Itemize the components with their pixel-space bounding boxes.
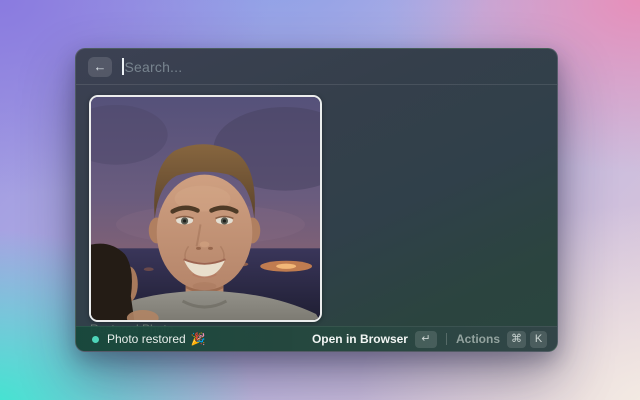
back-button[interactable]: ← xyxy=(88,57,112,77)
k-key: K xyxy=(530,331,547,348)
content-area xyxy=(76,86,557,326)
search-placeholder: Search... xyxy=(125,59,183,75)
photo-preview xyxy=(89,95,322,322)
status-label: Photo restored xyxy=(107,332,186,346)
open-in-browser-label: Open in Browser xyxy=(312,332,408,346)
actions-shortcut: ⌘ K xyxy=(507,331,547,348)
divider xyxy=(446,333,447,345)
actions-button[interactable]: Actions ⌘ K xyxy=(456,331,547,348)
cmd-key-icon: ⌘ xyxy=(507,331,526,348)
status-text: Photo restored 🎉 xyxy=(107,332,206,346)
portrait-photo xyxy=(91,97,320,320)
text-caret xyxy=(122,58,124,75)
desktop-background: ← Search... xyxy=(0,0,640,400)
enter-key-icon: ↵ xyxy=(415,331,437,348)
back-arrow-icon: ← xyxy=(94,60,107,73)
status-dot-icon xyxy=(92,336,99,343)
search-input[interactable]: Search... xyxy=(122,58,545,75)
status-bar: Photo restored 🎉 Open in Browser ↵ Actio… xyxy=(76,326,557,351)
open-in-browser-button[interactable]: Open in Browser ↵ xyxy=(312,331,437,348)
action-buttons: Open in Browser ↵ Actions ⌘ K xyxy=(312,331,547,348)
actions-label: Actions xyxy=(456,332,500,346)
party-popper-icon: 🎉 xyxy=(191,332,206,346)
search-bar: ← Search... xyxy=(76,49,557,85)
launcher-window: ← Search... xyxy=(75,48,558,352)
